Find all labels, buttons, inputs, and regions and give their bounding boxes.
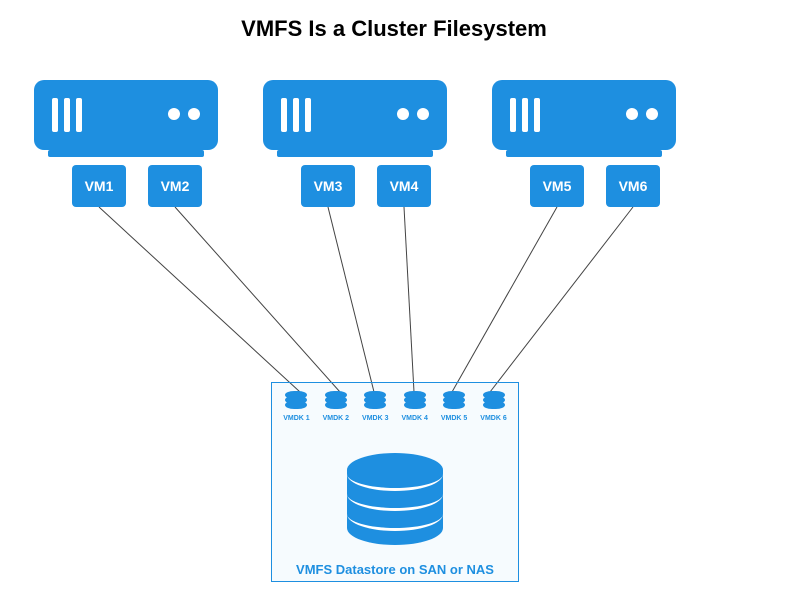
vm-box-vm3: VM3	[301, 165, 355, 207]
vmdk-disk-6: VMDK 6	[479, 391, 509, 422]
datastore-label: VMFS Datastore on SAN or NAS	[272, 562, 518, 577]
vm-box-vm5: VM5	[530, 165, 584, 207]
disk-icon	[364, 391, 386, 409]
server-slots-icon	[510, 98, 540, 132]
host-server-2	[263, 80, 447, 150]
vmdk-label: VMDK 6	[480, 415, 506, 422]
disk-icon	[285, 391, 307, 409]
vm-box-vm1: VM1	[72, 165, 126, 207]
disk-icon	[483, 391, 505, 409]
vmdk-label: VMDK 4	[401, 415, 427, 422]
vm-box-vm2: VM2	[148, 165, 202, 207]
server-leds-icon	[626, 108, 658, 120]
vm-box-vm4: VM4	[377, 165, 431, 207]
server-slots-icon	[52, 98, 82, 132]
vmdk-label: VMDK 1	[283, 415, 309, 422]
disk-icon	[404, 391, 426, 409]
datastore-disk-icon	[347, 453, 443, 545]
vmdk-disk-2: VMDK 2	[321, 391, 351, 422]
vmdk-disk-1: VMDK 1	[281, 391, 311, 422]
vmdk-row: VMDK 1 VMDK 2 VMDK 3 VMDK 4 VMDK 5 VMDK …	[272, 391, 518, 422]
vm-box-vm6: VM6	[606, 165, 660, 207]
vmdk-disk-5: VMDK 5	[439, 391, 469, 422]
server-leds-icon	[397, 108, 429, 120]
host-server-3	[492, 80, 676, 150]
server-leds-icon	[168, 108, 200, 120]
disk-icon	[443, 391, 465, 409]
datastore-frame: VMDK 1 VMDK 2 VMDK 3 VMDK 4 VMDK 5 VMDK …	[271, 382, 519, 582]
vmdk-disk-4: VMDK 4	[400, 391, 430, 422]
diagram-title: VMFS Is a Cluster Filesystem	[0, 16, 788, 42]
disk-icon	[325, 391, 347, 409]
server-slots-icon	[281, 98, 311, 132]
host-server-1	[34, 80, 218, 150]
vmdk-label: VMDK 2	[323, 415, 349, 422]
vmdk-label: VMDK 5	[441, 415, 467, 422]
vmdk-disk-3: VMDK 3	[360, 391, 390, 422]
vmdk-label: VMDK 3	[362, 415, 388, 422]
